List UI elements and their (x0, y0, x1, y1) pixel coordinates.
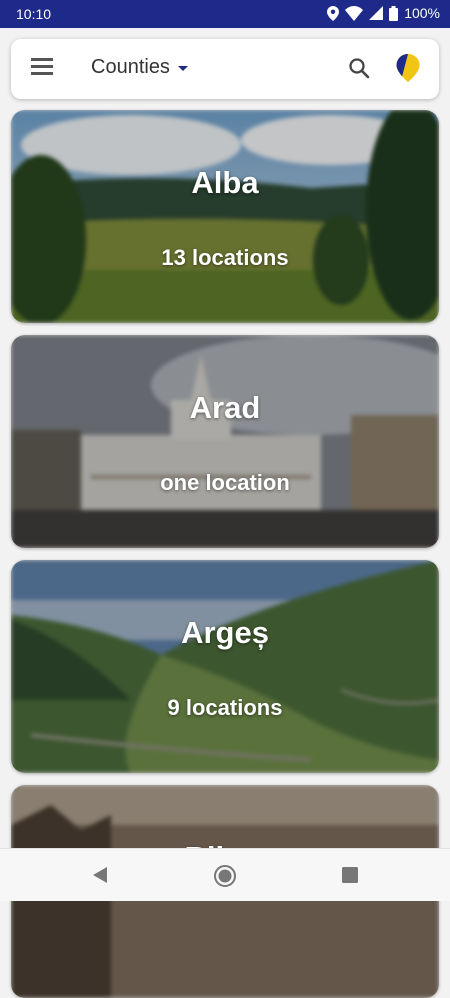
search-icon[interactable] (348, 57, 370, 84)
signal-icon (369, 6, 384, 20)
counties-dropdown[interactable]: Counties (91, 56, 188, 79)
page-title: Counties (91, 56, 170, 78)
battery-level: 100% (404, 5, 440, 21)
app-logo-icon[interactable] (395, 53, 421, 88)
location-count: one location (160, 470, 290, 495)
recents-icon[interactable] (342, 867, 358, 888)
system-nav-bar (0, 848, 450, 901)
card-overlay (11, 560, 439, 773)
county-name: Arad (189, 390, 261, 425)
home-icon[interactable] (213, 864, 237, 893)
county-name: Argeș (181, 615, 269, 650)
location-count: 13 locations (161, 245, 289, 270)
status-bar: 10:10 100% (0, 0, 450, 28)
county-card-arad[interactable]: Arad one location (11, 335, 439, 548)
app-bar: Counties (11, 39, 439, 99)
status-time: 10:10 (16, 6, 52, 22)
location-count: 9 locations (167, 695, 283, 720)
card-overlay (11, 110, 439, 323)
county-name: Alba (191, 165, 259, 200)
wifi-icon (345, 5, 364, 21)
back-icon[interactable] (92, 866, 108, 889)
county-card-alba[interactable]: Alba 13 locations (11, 110, 439, 323)
hamburger-menu-icon[interactable] (31, 58, 53, 78)
status-icons: 100% (327, 5, 440, 21)
card-overlay (11, 335, 439, 548)
battery-icon (389, 5, 399, 21)
caret-down-icon (177, 66, 188, 71)
county-card-arges[interactable]: Argeș 9 locations (11, 560, 439, 773)
location-icon (327, 5, 340, 21)
